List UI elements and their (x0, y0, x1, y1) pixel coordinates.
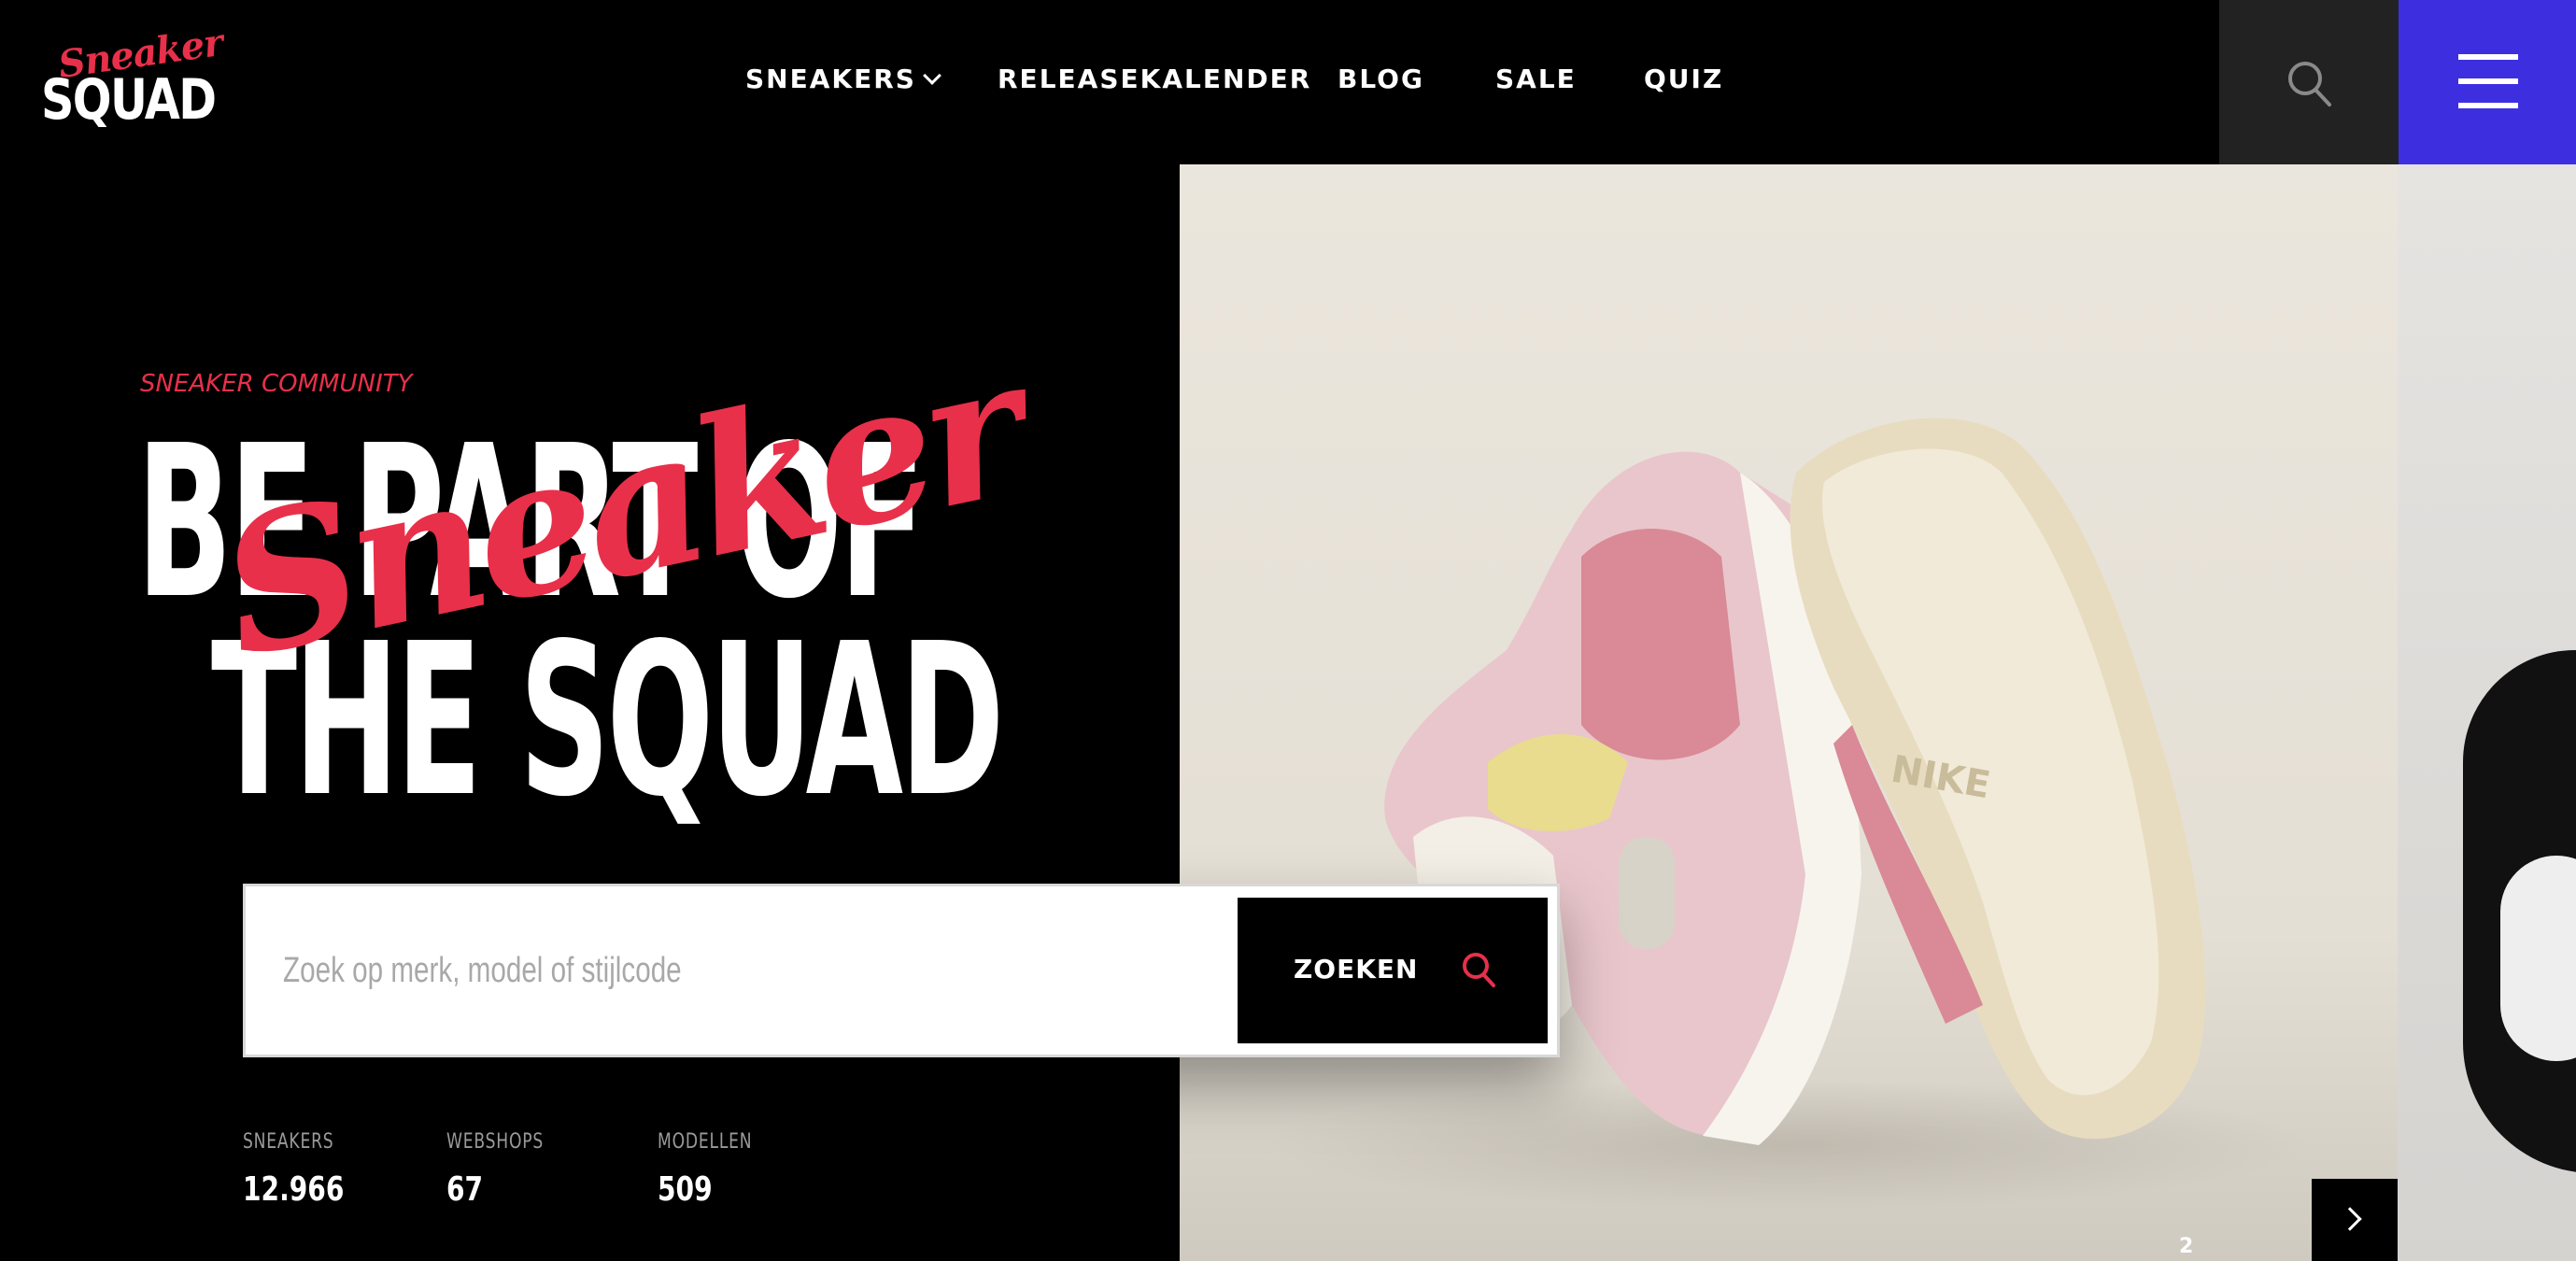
next-slide-preview (2398, 164, 2576, 1261)
main-nav: SNEAKERS RELEASEKALENDER BLOG SALE QUIZ (0, 0, 2576, 164)
hamburger-menu-icon (2458, 103, 2518, 108)
stat-label: SNEAKERS (243, 1130, 334, 1154)
stat-value: 12.966 (243, 1170, 345, 1209)
header-search-button[interactable] (2219, 0, 2399, 164)
hero-search-panel: ZOEKEN (243, 884, 1560, 1057)
search-button[interactable]: ZOEKEN (1238, 898, 1548, 1043)
stat-sneakers: SNEAKERS 12.966 (243, 1130, 373, 1209)
search-icon (1463, 953, 1495, 987)
stat-label: MODELLEN (658, 1130, 753, 1154)
stat-webshops: WEBSHOPS 67 (446, 1130, 571, 1209)
nav-item-quiz[interactable]: QUIZ (1644, 64, 1723, 94)
nav-item-sale[interactable]: SALE (1495, 64, 1577, 94)
stat-label: WEBSHOPS (446, 1130, 545, 1154)
stat-modellen: MODELLEN 509 (658, 1130, 779, 1209)
menu-button[interactable] (2399, 0, 2576, 164)
hamburger-menu-icon (2458, 54, 2518, 60)
slide-number: 2 (2179, 1235, 2194, 1258)
chevron-down-icon (923, 66, 941, 85)
nav-item-label: SNEAKERS (745, 64, 916, 94)
search-button-label: ZOEKEN (1294, 954, 1419, 985)
search-icon (2288, 62, 2331, 106)
next-slide-shoe-detail (2500, 856, 2576, 1061)
nav-item-sneakers[interactable]: SNEAKERS (745, 64, 941, 94)
next-slide-button[interactable] (2312, 1179, 2398, 1261)
nav-item-releasekalender[interactable]: RELEASEKALENDER (998, 64, 1311, 94)
stat-value: 67 (446, 1170, 484, 1209)
search-input[interactable] (283, 933, 1012, 1008)
chevron-right-icon (2338, 1207, 2362, 1231)
sneaker-image: NIKE (1264, 418, 2310, 1211)
hamburger-menu-icon (2458, 78, 2518, 84)
nav-item-blog[interactable]: BLOG (1338, 64, 1424, 94)
hero-image: NIKE (1180, 164, 2398, 1261)
hero-eyebrow: SNEAKER COMMUNITY (140, 370, 413, 398)
site-header: Sneaker SQUAD SNEAKERS RELEASEKALENDER B… (0, 0, 2576, 164)
stat-value: 509 (658, 1170, 713, 1209)
